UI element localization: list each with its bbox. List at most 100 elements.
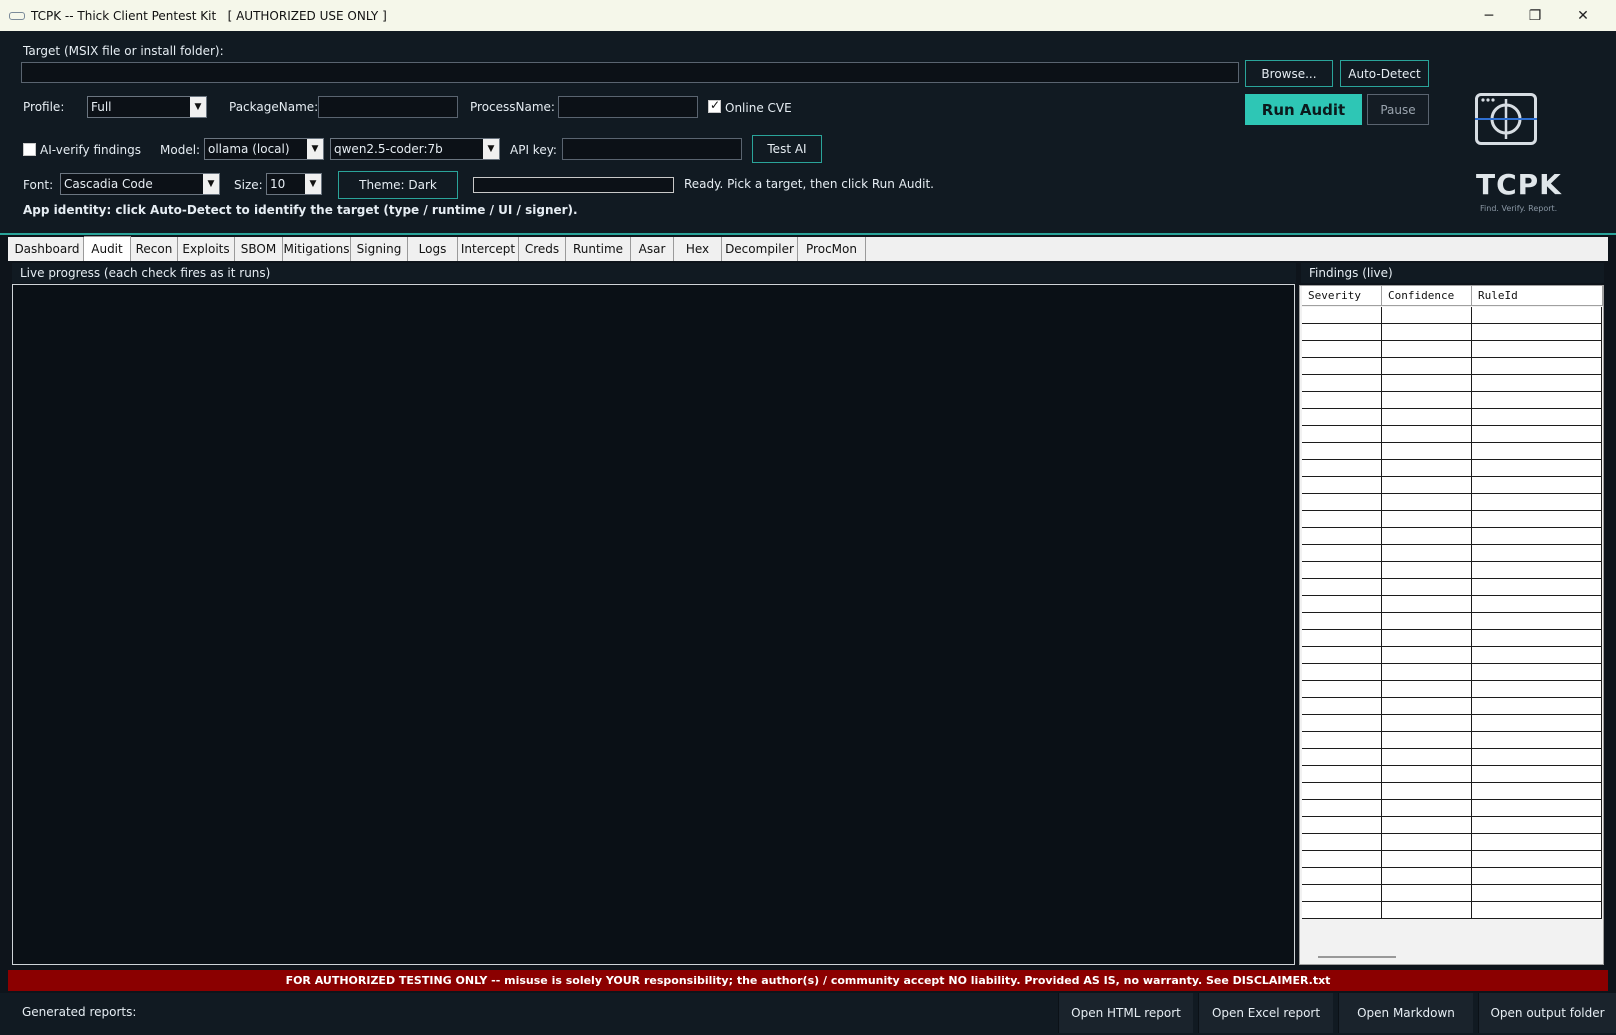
grid-cell	[1302, 647, 1382, 664]
column-header-confidence[interactable]: Confidence	[1382, 286, 1472, 306]
test-ai-button[interactable]: Test AI	[752, 135, 822, 163]
grid-cell	[1472, 902, 1602, 919]
grid-cell	[1472, 766, 1602, 783]
theme-toggle-button[interactable]: Theme: Dark	[338, 171, 458, 199]
grid-cell	[1302, 834, 1382, 851]
tab-hex[interactable]: Hex	[674, 237, 722, 261]
model-name-value: qwen2.5-coder:7b	[334, 142, 443, 156]
tab-exploits[interactable]: Exploits	[178, 237, 235, 261]
process-name-input[interactable]	[558, 96, 698, 118]
grid-cell	[1382, 307, 1472, 324]
tab-intercept[interactable]: Intercept	[458, 237, 519, 261]
grid-cell	[1382, 511, 1472, 528]
grid-cell	[1302, 358, 1382, 375]
size-select[interactable]: 10 ▼	[266, 173, 322, 195]
target-label: Target (MSIX file or install folder):	[23, 44, 224, 58]
grid-cell	[1302, 511, 1382, 528]
grid-cell	[1302, 630, 1382, 647]
logo-wordmark: TCPK	[1476, 168, 1562, 201]
grid-cell	[1472, 562, 1602, 579]
column-header-severity[interactable]: Severity	[1302, 286, 1382, 306]
run-audit-button[interactable]: Run Audit	[1245, 94, 1362, 125]
grid-cell	[1382, 562, 1472, 579]
target-scope-logo-icon	[1475, 93, 1537, 145]
grid-cell	[1302, 426, 1382, 443]
api-key-input[interactable]	[562, 138, 742, 160]
grid-cell	[1472, 341, 1602, 358]
grid-cell	[1302, 613, 1382, 630]
grid-cell	[1382, 426, 1472, 443]
grid-cell	[1472, 681, 1602, 698]
tab-recon[interactable]: Recon	[131, 237, 178, 261]
font-select[interactable]: Cascadia Code ▼	[60, 173, 220, 195]
chevron-down-icon: ▼	[307, 139, 323, 159]
restore-button[interactable]: ❐	[1512, 0, 1558, 31]
grid-cell	[1302, 579, 1382, 596]
grid-cell	[1382, 851, 1472, 868]
grid-cell	[1382, 630, 1472, 647]
grid-cell	[1472, 392, 1602, 409]
tab-asar[interactable]: Asar	[631, 237, 674, 261]
model-name-select[interactable]: qwen2.5-coder:7b ▼	[330, 138, 500, 160]
model-label: Model:	[160, 143, 201, 157]
size-value: 10	[270, 177, 286, 191]
tab-sbom[interactable]: SBOM	[235, 237, 283, 261]
live-progress-log[interactable]	[12, 284, 1295, 965]
profile-select[interactable]: Full ▼	[87, 96, 207, 118]
grid-cell	[1472, 630, 1602, 647]
grid-cell	[1472, 613, 1602, 630]
tab-creds[interactable]: Creds	[519, 237, 566, 261]
model-provider-select[interactable]: ollama (local) ▼	[204, 138, 324, 160]
title-bar: TCPK -- Thick Client Pentest Kit [ AUTHO…	[0, 0, 1616, 31]
grid-cell	[1382, 885, 1472, 902]
tab-procmon[interactable]: ProcMon	[798, 237, 866, 261]
grid-cell	[1472, 511, 1602, 528]
grid-cell	[1472, 307, 1602, 324]
grid-cell	[1382, 579, 1472, 596]
grid-cell	[1472, 460, 1602, 477]
grid-cell	[1382, 477, 1472, 494]
grid-cell	[1382, 392, 1472, 409]
grid-cell	[1302, 783, 1382, 800]
grid-cell	[1302, 868, 1382, 885]
status-text: Ready. Pick a target, then click Run Aud…	[684, 177, 934, 191]
grid-cell	[1302, 715, 1382, 732]
horizontal-scrollbar[interactable]	[1300, 948, 1603, 964]
column-header-ruleid[interactable]: RuleId	[1472, 286, 1603, 306]
tab-dashboard[interactable]: Dashboard	[11, 237, 84, 261]
grid-cell	[1302, 732, 1382, 749]
tab-mitigations[interactable]: Mitigations	[283, 237, 351, 261]
browse-button[interactable]: Browse...	[1245, 60, 1333, 87]
grid-cell	[1382, 460, 1472, 477]
online-cve-checkbox[interactable]: ✓	[708, 98, 721, 113]
tab-audit[interactable]: Audit	[84, 236, 131, 261]
grid-cell	[1302, 766, 1382, 783]
open-excel-report-button[interactable]: Open Excel report	[1198, 993, 1333, 1033]
control-header: Target (MSIX file or install folder): Br…	[0, 31, 1616, 235]
chevron-down-icon: ▼	[483, 139, 499, 159]
scrollbar-thumb[interactable]	[1318, 956, 1396, 958]
minimize-button[interactable]: ─	[1466, 0, 1512, 31]
open-markdown-button[interactable]: Open Markdown	[1338, 993, 1473, 1033]
checkmark-icon: ✓	[710, 98, 721, 112]
target-path-input[interactable]	[21, 62, 1239, 83]
package-name-input[interactable]	[318, 96, 458, 118]
grid-cell	[1472, 647, 1602, 664]
open-output-folder-button[interactable]: Open output folder	[1478, 993, 1616, 1033]
tab-signing[interactable]: Signing	[351, 237, 408, 261]
findings-grid[interactable]: Severity Confidence RuleId	[1299, 285, 1604, 965]
tab-logs[interactable]: Logs	[408, 237, 458, 261]
tab-decompiler[interactable]: Decompiler	[722, 237, 798, 261]
grid-cell	[1302, 596, 1382, 613]
close-button[interactable]: ✕	[1560, 0, 1606, 31]
open-html-report-button[interactable]: Open HTML report	[1058, 993, 1193, 1033]
grid-cell	[1382, 647, 1472, 664]
ai-verify-checkbox[interactable]	[23, 143, 36, 156]
grid-cell	[1382, 817, 1472, 834]
tab-runtime[interactable]: Runtime	[566, 237, 631, 261]
auto-detect-button[interactable]: Auto-Detect	[1340, 60, 1429, 87]
grid-cell	[1472, 817, 1602, 834]
grid-cell	[1302, 477, 1382, 494]
grid-cell	[1302, 800, 1382, 817]
pause-button[interactable]: Pause	[1367, 94, 1429, 125]
